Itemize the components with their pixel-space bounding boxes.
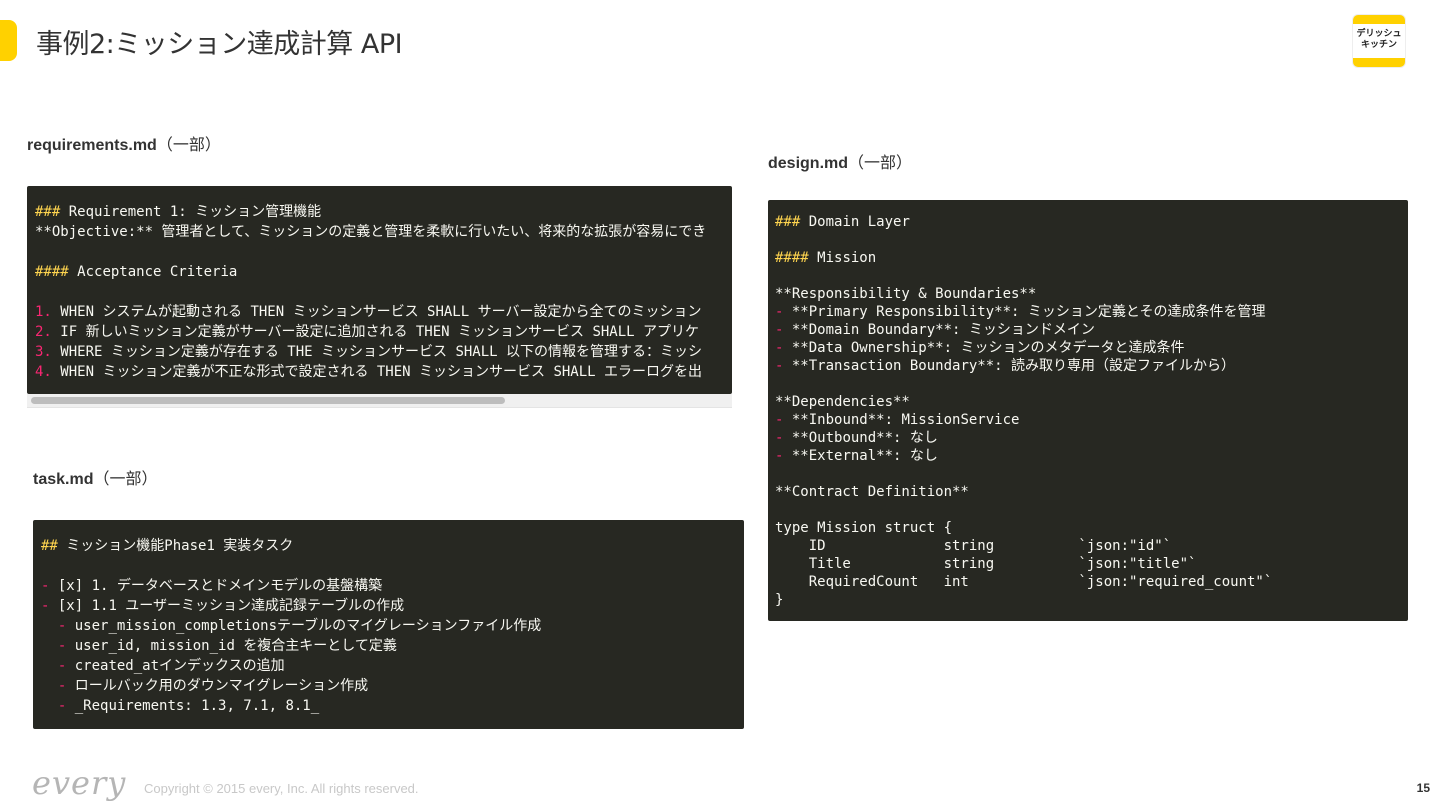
list-item: - **Domain Boundary**: ミッションドメイン <box>775 322 1095 338</box>
list-number: 1. <box>35 304 52 320</box>
code-line: **Dependencies** <box>775 394 910 410</box>
code-line: **Responsibility & Boundaries** <box>775 286 1037 302</box>
task-suffix: （一部） <box>93 469 158 488</box>
code-line: ### Domain Layer <box>775 214 910 230</box>
horizontal-scrollbar[interactable] <box>27 394 732 408</box>
heading-marker: ## <box>41 538 58 554</box>
title-accent-bar <box>0 20 17 61</box>
code-line: ID string `json:"id"` <box>775 538 1172 554</box>
code-line: **Contract Definition** <box>775 484 969 500</box>
list-item: - **Transaction Boundary**: 読み取り専用（設定ファイ… <box>775 358 1236 374</box>
list-item: - user_id, mission_id を複合主キーとして定義 <box>57 638 397 654</box>
design-label: design.md（一部） <box>768 149 912 173</box>
list-item: - ロールバック用のダウンマイグレーション作成 <box>57 678 369 694</box>
code-line: #### Mission <box>775 250 877 266</box>
requirements-filename: requirements.md <box>27 137 157 154</box>
code-line: Title string `json:"title"` <box>775 556 1197 572</box>
page-number: 15 <box>1416 781 1430 795</box>
logo-stripe-bottom <box>1353 58 1405 67</box>
code-line: RequiredCount int `json:"required_count"… <box>775 574 1273 590</box>
list-item: 4. WHEN ミッション定義が不正な形式で設定される THEN ミッションサー… <box>35 364 703 380</box>
code-line: ### Requirement 1: ミッション管理機能 <box>35 204 322 220</box>
list-bullet: - <box>775 448 784 464</box>
heading-marker: ### <box>35 204 61 220</box>
code-line: ## ミッション機能Phase1 実装タスク <box>41 538 294 554</box>
list-bullet: - <box>775 304 784 320</box>
list-item: - _Requirements: 1.3, 7.1, 8.1_ <box>57 698 320 714</box>
requirements-label: requirements.md（一部） <box>27 131 221 155</box>
code-line: } <box>775 592 784 608</box>
list-item: - **Inbound**: MissionService <box>775 412 1020 428</box>
list-item: - user_mission_completionsテーブルのマイグレーションフ… <box>57 618 542 634</box>
list-number: 3. <box>35 344 52 360</box>
heading-marker: #### <box>35 264 69 280</box>
list-item: - **External**: なし <box>775 448 938 464</box>
design-code-block[interactable]: ### Domain Layer #### Mission **Responsi… <box>768 200 1408 621</box>
list-number: 4. <box>35 364 52 380</box>
list-bullet: - <box>775 430 784 446</box>
list-bullet: - <box>775 340 784 356</box>
design-suffix: （一部） <box>848 153 913 172</box>
list-bullet: - <box>775 358 784 374</box>
task-filename: task.md <box>33 471 94 488</box>
slide-title: 事例2:ミッション達成計算 API <box>36 29 403 60</box>
scrollbar-thumb[interactable] <box>31 397 505 404</box>
requirements-suffix: （一部） <box>156 135 221 154</box>
code-line: #### Acceptance Criteria <box>35 264 238 280</box>
task-code-block[interactable]: ## ミッション機能Phase1 実装タスク - [x] 1. データベースとド… <box>33 520 744 729</box>
list-bullet: - <box>57 638 67 654</box>
list-item: - [x] 1.1 ユーザーミッション達成記録テーブルの作成 <box>41 598 405 614</box>
requirements-code-block[interactable]: ### Requirement 1: ミッション管理機能 **Objective… <box>27 186 732 394</box>
heading-marker: #### <box>775 250 809 266</box>
delish-kitchen-logo: デリッシュ キッチン <box>1352 14 1406 68</box>
heading-marker: ### <box>775 214 801 230</box>
list-item: 3. WHERE ミッション定義が存在する THE ミッションサービス SHAL… <box>35 344 703 360</box>
logo-text: デリッシュ キッチン <box>1353 29 1405 51</box>
list-item: 2. IF 新しいミッション定義がサーバー設定に追加される THEN ミッション… <box>35 324 700 340</box>
list-item: - **Data Ownership**: ミッションのメタデータと達成条件 <box>775 340 1185 356</box>
code-line: type Mission struct { <box>775 520 953 536</box>
list-number: 2. <box>35 324 52 340</box>
list-item: - [x] 1. データベースとドメインモデルの基盤構築 <box>41 578 383 594</box>
task-label: task.md（一部） <box>33 465 157 489</box>
list-bullet: - <box>57 678 67 694</box>
logo-line-2: キッチン <box>1360 40 1397 50</box>
list-item: 1. WHEN システムが起動される THEN ミッションサービス SHALL … <box>35 304 702 320</box>
list-item: - **Primary Responsibility**: ミッション定義とその… <box>775 304 1266 320</box>
list-bullet: - <box>57 698 67 714</box>
logo-stripe-top <box>1353 15 1405 24</box>
list-bullet: - <box>41 578 50 594</box>
list-item: - **Outbound**: なし <box>775 430 938 446</box>
every-logo: every <box>32 764 127 802</box>
list-bullet: - <box>57 658 67 674</box>
code-line: **Objective:** 管理者として、ミッションの定義と管理を柔軟に行いた… <box>35 224 707 240</box>
list-bullet: - <box>57 618 67 634</box>
list-bullet: - <box>41 598 50 614</box>
logo-line-1: デリッシュ <box>1356 29 1402 39</box>
list-bullet: - <box>775 322 784 338</box>
list-bullet: - <box>775 412 784 428</box>
list-item: - created_atインデックスの追加 <box>57 658 285 674</box>
copyright-text: Copyright © 2015 every, Inc. All rights … <box>144 781 419 796</box>
design-filename: design.md <box>768 155 849 172</box>
